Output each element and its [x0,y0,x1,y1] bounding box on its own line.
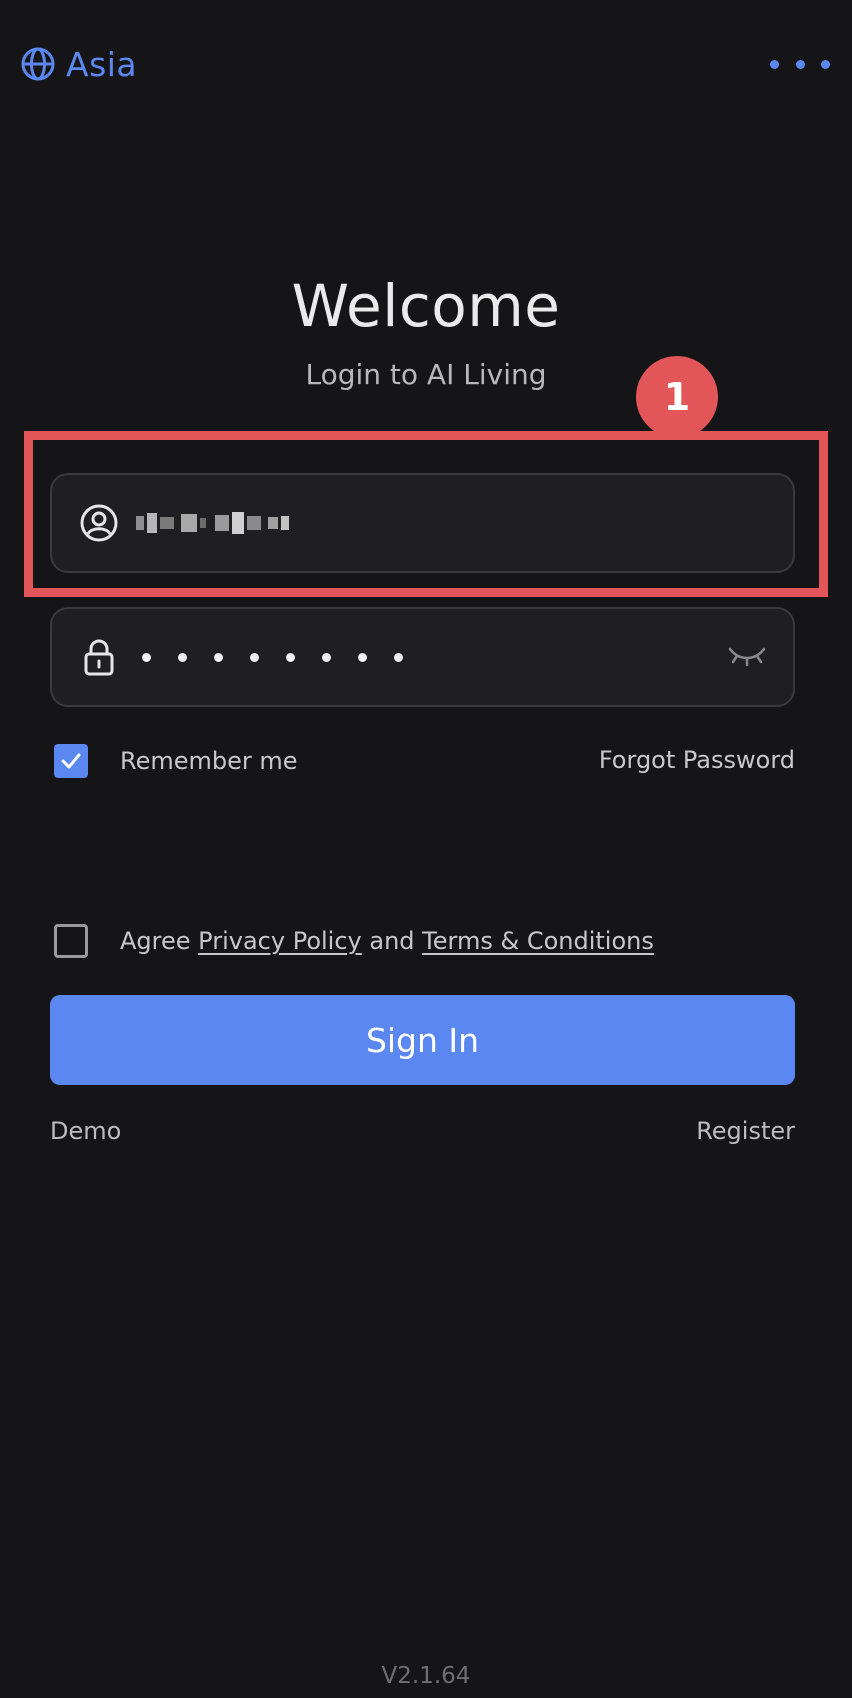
annotation-badge: 1 [636,356,718,438]
dot [795,59,805,69]
eye-closed-icon[interactable] [727,641,767,671]
agree-prefix: Agree [120,927,191,955]
terms-conditions-link[interactable]: Terms & Conditions [422,927,654,955]
privacy-policy-link[interactable]: Privacy Policy [198,927,362,955]
dot [770,59,779,69]
password-mask [142,652,403,662]
register-link[interactable]: Register [696,1117,795,1145]
remember-me-checkbox[interactable]: Remember me [54,744,298,778]
sign-in-button[interactable]: Sign In [50,995,795,1085]
more-options-button[interactable] [770,52,830,76]
dot [821,59,830,69]
annotation-highlight-box [24,431,828,597]
lock-icon [78,636,120,678]
region-selector[interactable]: Asia [20,44,137,84]
globe-icon [20,46,56,82]
app-version: V2.1.64 [381,1663,471,1689]
remember-me-label: Remember me [120,747,298,775]
forgot-password-link[interactable]: Forgot Password [599,746,795,774]
agree-checkbox[interactable] [54,924,88,958]
demo-link[interactable]: Demo [50,1117,121,1145]
agree-conjunction: and [369,927,415,955]
page-subtitle: Login to AI Living [305,358,547,391]
agree-text: Agree Privacy Policy and Terms & Conditi… [120,927,654,955]
password-input[interactable] [50,607,795,707]
region-label: Asia [66,44,138,84]
checkbox-checked-icon [54,744,88,778]
agree-row: Agree Privacy Policy and Terms & Conditi… [54,924,654,958]
page-title: Welcome [291,272,561,340]
